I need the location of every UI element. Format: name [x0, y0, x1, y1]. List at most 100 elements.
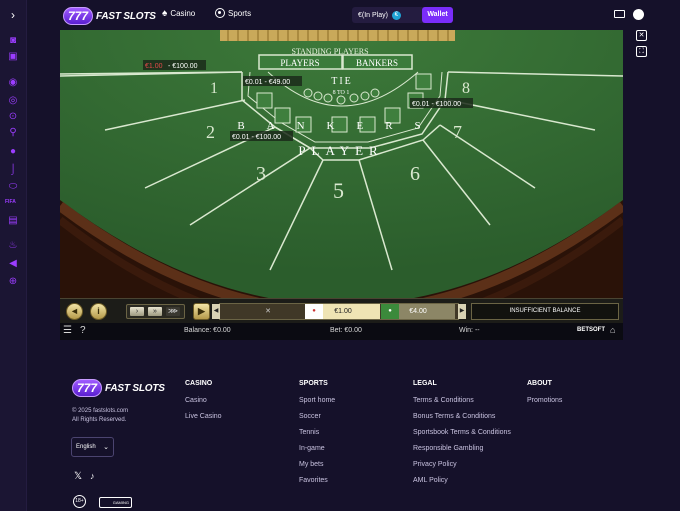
footer-logo-text: FAST SLOTS	[105, 382, 165, 394]
players-label: PLAYERS	[280, 58, 319, 68]
casino-icon[interactable]: ▣	[7, 51, 19, 63]
selected-chip-icon[interactable]: ●	[305, 304, 323, 319]
footer-heading-sports: SPORTS	[299, 380, 328, 387]
language-value: English	[76, 444, 96, 450]
banker-bet-box[interactable]	[415, 73, 432, 90]
soccer-ball-icon	[215, 8, 225, 18]
tie-bet-circle[interactable]	[349, 93, 359, 103]
fullscreen-icon[interactable]: ⛶	[636, 46, 647, 57]
main-limit-max: - €100.00	[168, 63, 198, 70]
clear-bets-icon[interactable]: ✕	[260, 304, 276, 319]
bankers-label: BANKERS	[356, 58, 398, 68]
footer-column-casino: CASINO Casino Live Casino	[185, 380, 222, 429]
tie-bet-circle[interactable]	[313, 91, 323, 101]
basketball-icon[interactable]: ●	[7, 146, 19, 158]
tiktok-icon[interactable]: ♪	[90, 471, 95, 481]
footer-link-sport-home[interactable]: Sport home	[299, 397, 335, 404]
footer-link-sportsbook-terms[interactable]: Sportsbook Terms & Conditions	[413, 429, 511, 436]
user-icon[interactable]	[633, 9, 644, 20]
game-status-bar: ☰ ? Balance: €0.00 Bet: €0.00 Win: -- BE…	[60, 323, 623, 340]
footer-logo-number: 777	[72, 379, 103, 397]
star-icon[interactable]: ◉	[7, 77, 19, 89]
footer-link-terms[interactable]: Terms & Conditions	[413, 397, 511, 404]
top-bar: 777 FAST SLOTS ♠ Casino Sports €(In Play…	[27, 0, 680, 30]
nav-sports[interactable]: Sports	[215, 8, 251, 18]
main-limit-min: €1.00	[145, 63, 163, 70]
tie-bet-circle[interactable]	[303, 88, 313, 98]
home-icon[interactable]: ⌂	[610, 325, 615, 335]
footer-link-casino[interactable]: Casino	[185, 397, 222, 404]
green-chip-icon[interactable]: ●	[381, 304, 399, 319]
play-speed-2-button[interactable]: »	[148, 307, 162, 316]
fifa-label[interactable]: FIFA	[5, 199, 16, 205]
footer-logo[interactable]: 777 FAST SLOTS	[72, 378, 165, 398]
tie-odds: 8 TO 1	[333, 90, 350, 96]
logo[interactable]: 777 FAST SLOTS	[63, 6, 156, 26]
footer-link-promotions[interactable]: Promotions	[527, 397, 562, 404]
game-control-bar: ◄ i › » ⋙ ▶ ◀ ✕ €1.00 ● €4.00 ● ▶ INSUFF…	[60, 298, 623, 323]
seat-number-8[interactable]: 8	[462, 80, 470, 97]
insufficient-balance-button[interactable]: INSUFFICIENT BALANCE	[471, 303, 619, 320]
play-speed-1-button[interactable]: ›	[130, 307, 144, 316]
nav-sports-label: Sports	[228, 8, 252, 18]
footer-link-soccer[interactable]: Soccer	[299, 413, 335, 420]
copyright: © 2025 fastslots.com All Rights Reserved…	[72, 407, 128, 425]
hockey-icon[interactable]: ⌡	[7, 164, 19, 176]
bet-readout: Bet: €0.00	[330, 327, 362, 334]
megaphone-icon[interactable]: ◀	[7, 258, 19, 270]
chip-next-icon[interactable]: ▶	[458, 304, 466, 319]
footer-link-bonus-terms[interactable]: Bonus Terms & Conditions	[413, 413, 511, 420]
football-icon[interactable]: ⬭	[7, 181, 19, 193]
tie-bet-circle[interactable]	[323, 93, 333, 103]
tie-bet-circle[interactable]	[360, 91, 370, 101]
players-limit: €0.01 - €100.00	[232, 134, 281, 141]
euro-coin-icon: €	[391, 10, 401, 20]
fire-icon[interactable]: ♨	[7, 240, 19, 252]
tennis-icon[interactable]: ⚲	[7, 127, 19, 139]
mail-icon[interactable]	[614, 10, 625, 18]
footer-link-in-game[interactable]: In-game	[299, 445, 335, 452]
gamepad-icon[interactable]: ⊕	[7, 276, 19, 288]
wallet-button[interactable]: Wallet	[422, 7, 453, 23]
game-icon[interactable]: ◙	[7, 35, 19, 47]
footer-column-legal: LEGAL Terms & Conditions Bonus Terms & C…	[413, 380, 511, 493]
footer-link-responsible-gambling[interactable]: Responsible Gambling	[413, 445, 511, 452]
chip-prev-icon[interactable]: ◀	[212, 304, 220, 319]
x-twitter-icon[interactable]: 𝕏	[74, 471, 82, 482]
banker-bet-box[interactable]	[256, 92, 273, 109]
expand-sidebar-icon[interactable]: ›	[6, 8, 20, 22]
soccer-icon[interactable]: ⊙	[7, 111, 19, 123]
info-button[interactable]: i	[90, 303, 107, 320]
footer-link-tennis[interactable]: Tennis	[299, 429, 335, 436]
seat-number-1[interactable]: 1	[210, 80, 218, 97]
game-table[interactable]: STANDING PLAYERS PLAYERS BANKERS TIE 8 T…	[60, 30, 623, 298]
player-word: PLAYER	[298, 143, 383, 158]
play-speed-3-button[interactable]: ⋙	[166, 307, 180, 316]
tie-bet-circle[interactable]	[370, 88, 380, 98]
nav-casino[interactable]: ♠ Casino	[162, 8, 195, 19]
copyright-line-2: All Rights Reserved.	[72, 417, 127, 423]
language-select[interactable]: English ⌄	[71, 437, 114, 457]
footer-link-favorites[interactable]: Favorites	[299, 477, 335, 484]
footer-link-live-casino[interactable]: Live Casino	[185, 413, 222, 420]
seat-number-2[interactable]: 2	[206, 122, 215, 142]
footer-link-aml-policy[interactable]: AML Policy	[413, 477, 511, 484]
menu-icon[interactable]: ☰	[63, 325, 72, 336]
spade-icon: ♠	[162, 8, 168, 19]
seat-number-7[interactable]: 7	[453, 122, 462, 142]
broadcast-icon[interactable]: ◎	[7, 95, 19, 107]
logo-number: 777	[63, 7, 94, 25]
close-icon[interactable]: ✕	[636, 30, 647, 41]
speaker-icon[interactable]: ◄	[66, 303, 83, 320]
seat-number-5[interactable]: 5	[333, 178, 344, 203]
footer-heading-about: ABOUT	[527, 380, 552, 387]
footer-link-my-bets[interactable]: My bets	[299, 461, 335, 468]
seat-number-3[interactable]: 3	[256, 163, 266, 185]
tie-bet-circle[interactable]	[336, 95, 346, 105]
seat-number-6[interactable]: 6	[410, 163, 420, 185]
autoplay-icon[interactable]: ▶	[193, 303, 210, 320]
nav-casino-label: Casino	[170, 9, 196, 18]
footer-link-privacy-policy[interactable]: Privacy Policy	[413, 461, 511, 468]
help-icon[interactable]: ?	[80, 325, 86, 336]
esports-icon[interactable]: ▤	[7, 215, 19, 227]
